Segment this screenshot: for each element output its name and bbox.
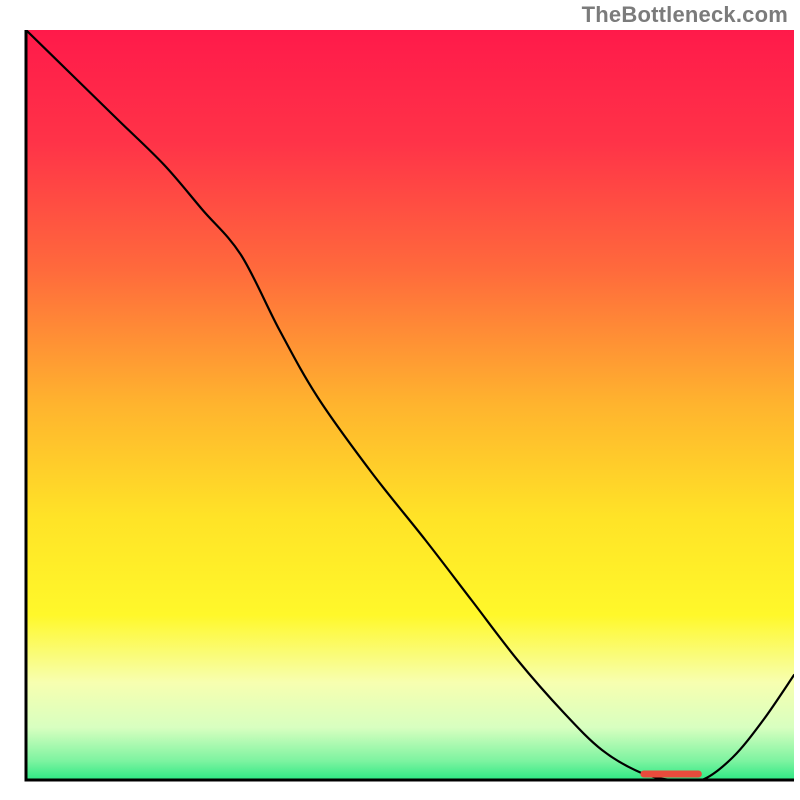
chart-stage: TheBottleneck.com xyxy=(0,0,800,800)
watermark-text: TheBottleneck.com xyxy=(582,2,788,28)
highlight-marker xyxy=(640,771,701,778)
bottleneck-chart xyxy=(0,0,800,800)
